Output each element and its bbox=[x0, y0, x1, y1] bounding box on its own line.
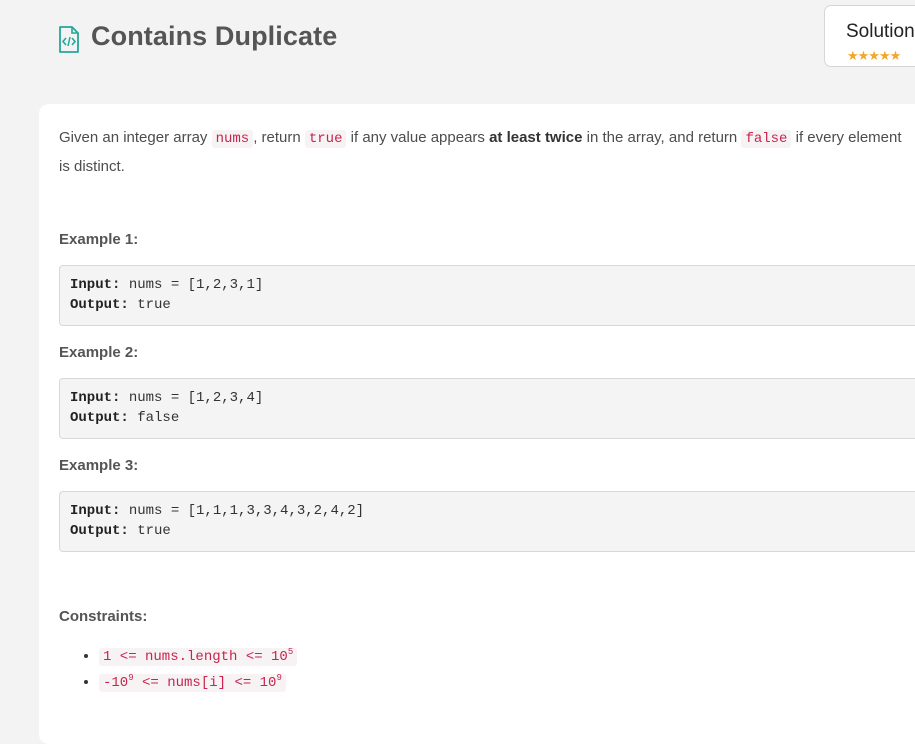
code-document-icon bbox=[59, 26, 79, 53]
input-label: Input: bbox=[70, 390, 121, 406]
output-label: Output: bbox=[70, 410, 129, 426]
output-value: true bbox=[128, 297, 171, 313]
example-output-line: Output: false bbox=[70, 408, 915, 428]
constraint-exponent: 5 bbox=[287, 647, 294, 657]
example-input-line: Input: nums = [1,1,1,3,3,4,3,2,4,2] bbox=[70, 501, 915, 521]
desc-text: Given an integer array bbox=[59, 129, 212, 146]
example-input-line: Input: nums = [1,2,3,4] bbox=[70, 388, 915, 408]
constraint-code: 1 <= nums.length <= 105 bbox=[99, 647, 298, 666]
inline-code: true bbox=[304, 130, 347, 148]
constraint-exponent: 9 bbox=[276, 673, 282, 683]
input-value: nums = [1,2,3,4] bbox=[120, 390, 264, 406]
rating-stars-icon: ★★★★★ bbox=[847, 48, 901, 63]
input-value: nums = [1,1,1,3,3,4,3,2,4,2] bbox=[120, 503, 365, 519]
constraints-title: Constraints: bbox=[59, 608, 148, 625]
desc-text: , return bbox=[253, 129, 305, 146]
problem-description: Given an integer array nums, return true… bbox=[59, 124, 909, 180]
problem-content: Given an integer array nums, return true… bbox=[39, 104, 915, 744]
example-title: Example 3: bbox=[59, 457, 139, 474]
example-title: Example 1: bbox=[59, 231, 139, 248]
desc-bold: at least twice bbox=[489, 129, 583, 146]
example-box: Input: nums = [1,1,1,3,3,4,3,2,4,2] Outp… bbox=[59, 491, 915, 552]
example-box: Input: nums = [1,2,3,1] Output: true bbox=[59, 265, 915, 326]
output-value: false bbox=[128, 410, 180, 426]
output-label: Output: bbox=[70, 523, 129, 539]
problem-header: Contains Duplicate Solution ★★★★★ bbox=[0, 0, 915, 100]
constraint-text: -10 bbox=[103, 675, 129, 691]
desc-text: in the array, and return bbox=[582, 129, 742, 146]
page-title: Contains Duplicate bbox=[91, 21, 338, 51]
desc-text: if any value appears bbox=[346, 129, 490, 146]
output-value: true bbox=[128, 523, 171, 539]
example-output-line: Output: true bbox=[70, 295, 915, 315]
constraint-item: -109 <= nums[i] <= 109 bbox=[99, 670, 297, 696]
constraint-item: 1 <= nums.length <= 105 bbox=[99, 644, 298, 670]
example-title: Example 2: bbox=[59, 344, 139, 361]
solution-button[interactable]: Solution ★★★★★ bbox=[824, 5, 915, 67]
example-box: Input: nums = [1,2,3,4] Output: false bbox=[59, 378, 915, 439]
constraints-list: 1 <= nums.length <= 105 -10 9 <= nums[i] … bbox=[83, 644, 298, 696]
constraint-code: -109 <= nums[i] <= 109 bbox=[99, 674, 286, 692]
input-value: nums = [1,2,3,1] bbox=[120, 277, 264, 293]
constraint-text: <= nums[i] <= 10 bbox=[133, 675, 277, 691]
solution-label: Solution bbox=[846, 21, 915, 42]
example-input-line: Input: nums = [1,2,3,1] bbox=[70, 275, 915, 295]
input-label: Input: bbox=[70, 503, 121, 519]
example-output-line: Output: true bbox=[70, 521, 915, 541]
inline-code: false bbox=[741, 130, 792, 148]
input-label: Input: bbox=[70, 277, 121, 293]
constraint-text: 1 <= nums.length <= 10 bbox=[103, 649, 288, 665]
inline-code: nums bbox=[211, 130, 254, 148]
output-label: Output: bbox=[70, 297, 129, 313]
